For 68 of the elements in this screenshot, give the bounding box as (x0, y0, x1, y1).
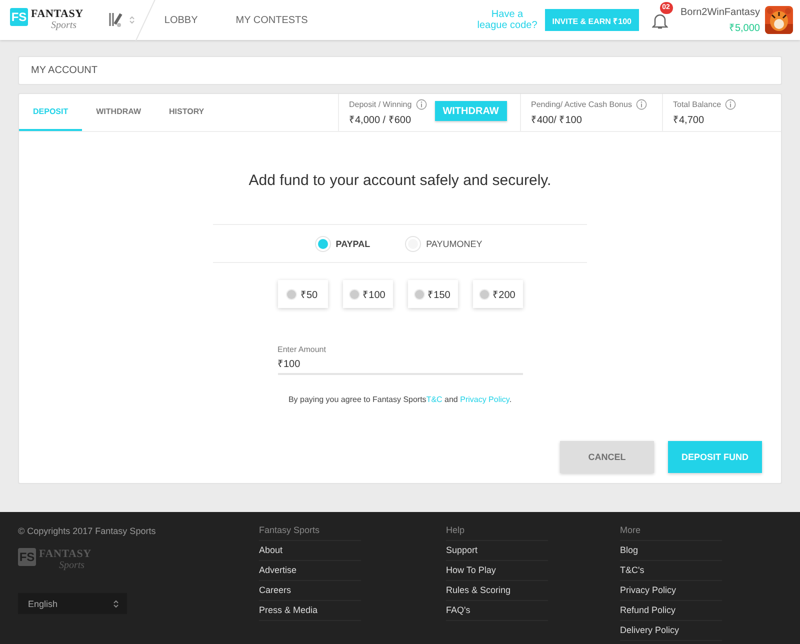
footer-link[interactable]: T&C's (620, 561, 722, 581)
tab[interactable]: WITHDRAW (82, 94, 156, 131)
stat-label: Deposit / Winning (349, 100, 412, 109)
cricket-bat-icon[interactable] (109, 12, 124, 28)
footer-heading: Fantasy Sports (259, 526, 361, 541)
radio-button[interactable] (414, 290, 424, 298)
footer-link[interactable]: How To Play (446, 561, 548, 581)
footer-link[interactable]: Careers (259, 581, 361, 601)
footer-link[interactable]: About (259, 541, 361, 561)
nav-link[interactable]: LOBBY (164, 14, 198, 26)
amount-option[interactable]: ₹50 (278, 280, 328, 308)
amount-option[interactable]: ₹100 (342, 280, 392, 308)
up-down-caret-icon (113, 598, 119, 608)
logo-tagline: Sports (59, 560, 86, 571)
footer-link[interactable]: Delivery Policy (620, 621, 722, 641)
footer-heading: More (620, 526, 722, 541)
logo-mark: FS (10, 8, 28, 26)
page-title: MY ACCOUNT (18, 56, 782, 85)
footer-link[interactable]: Blog (620, 541, 722, 561)
payment-option[interactable]: PAYUMONEY (408, 238, 482, 248)
footer-link[interactable]: Advertise (259, 561, 361, 581)
copyright-text: © Copyrights 2017 Fantasy Sports (18, 526, 157, 536)
amount-field[interactable]: Enter Amount ₹100 (278, 345, 522, 375)
stat-value: ₹4,000 / ₹600 (349, 114, 412, 126)
tab[interactable]: HISTORY (155, 94, 218, 131)
info-icon[interactable] (725, 99, 736, 110)
footer-link[interactable]: FAQ's (446, 601, 548, 621)
footer-link[interactable]: Rules & Scoring (446, 581, 548, 601)
amount-option[interactable]: ₹150 (408, 280, 458, 308)
radio-button[interactable] (408, 238, 418, 248)
stat-label: Pending/ Active Cash Bonus (531, 100, 632, 109)
radio-button[interactable] (287, 290, 296, 298)
payment-label: PAYUMONEY (426, 238, 482, 248)
user-balance: ₹5,000 (728, 22, 760, 34)
payment-option[interactable]: PAYPAL (318, 238, 370, 248)
stat-label: Total Balance (673, 100, 722, 109)
language-select[interactable]: English (18, 593, 127, 614)
field-label: Enter Amount (278, 345, 327, 354)
field-value: ₹100 (278, 358, 302, 370)
stat-value: ₹400/ ₹100 (531, 114, 583, 126)
nav-link[interactable]: MY CONTESTS (236, 14, 308, 26)
footer-link[interactable]: Press & Media (259, 601, 361, 621)
radio-button[interactable] (350, 290, 359, 298)
radio-button[interactable] (480, 290, 489, 298)
cancel-button[interactable]: CANCEL (560, 441, 654, 473)
stat-value: ₹4,700 (673, 114, 706, 126)
footer-link[interactable]: Privacy Policy (620, 581, 722, 601)
info-icon[interactable] (416, 99, 427, 110)
info-icon[interactable] (636, 99, 647, 110)
up-down-caret-icon[interactable] (129, 15, 136, 25)
footer-link[interactable]: Support (446, 541, 548, 561)
amount-label: ₹100 (362, 289, 386, 301)
radio-button[interactable] (318, 238, 328, 248)
user-name: Born2WinFantasy (680, 6, 760, 18)
logo-tagline: Sports (51, 20, 78, 30)
bell-icon[interactable] (652, 12, 668, 30)
amount-label: ₹150 (428, 289, 450, 301)
logo-name: FANTASY (39, 548, 92, 560)
logo-mark: FS (18, 548, 36, 566)
payment-label: PAYPAL (336, 238, 370, 248)
amount-label: ₹50 (300, 289, 318, 301)
footer-heading: Help (446, 526, 548, 541)
footer-link[interactable]: Refund Policy (620, 601, 722, 621)
amount-option[interactable]: ₹200 (472, 280, 522, 308)
amount-label: ₹200 (492, 289, 516, 301)
terms-text: By paying you agree to Fantasy SportsT&C and Privacy Policy. (288, 395, 512, 404)
deposit-heading: Add fund to your account safely and securely. (248, 172, 552, 189)
logo-name: FANTASY (31, 8, 84, 20)
